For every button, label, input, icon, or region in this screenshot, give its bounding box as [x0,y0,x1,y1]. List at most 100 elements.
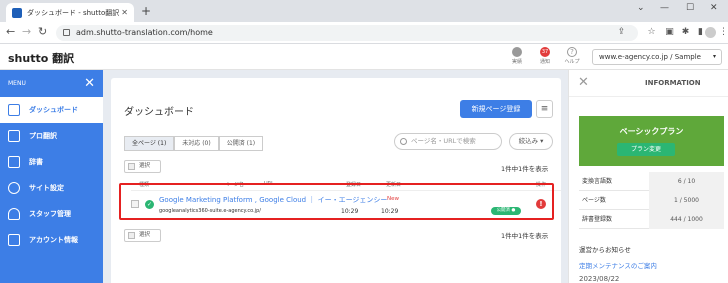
address-bar: ← → ↻ adm.shutto-translation.com/home ⇪ … [0,22,728,44]
gear-icon [8,182,20,194]
extension-icon[interactable]: ▣ [664,27,675,38]
chevron-down-icon[interactable]: ⌄ [637,3,645,13]
stat-label: 変換言語数 [582,178,613,185]
new-page-button[interactable]: 新規ページ登録 [460,100,532,118]
plan-card: ベーシックプラン プラン変更 [579,116,724,166]
dashboard-card: ダッシュボード 新規ページ登録 ≡ 全ページ (1) 未対応 (0) 公開済 (… [111,78,561,283]
site-select[interactable]: www.e-agency.co.jp / Sample ▾ [592,49,722,65]
notice-label: 通知 [539,59,550,65]
bulk-select-top[interactable]: 選択 [124,160,161,173]
tab-unhandled[interactable]: 未対応 (0) [174,136,219,151]
chevron-down-icon: ▾ [712,53,716,60]
share-icon[interactable]: ⇪ [616,27,627,38]
site-select-value: www.e-agency.co.jp / Sample [599,53,701,61]
screen: ダッシュボード - shutto翻訳 ✕ + ⌄ — ☐ ✕ ← → ↻ adm… [0,0,728,283]
notice-button[interactable]: 37 通知 [533,47,557,65]
logo: shutto 翻訳 [8,52,75,65]
stat-row-languages: 変換言語数 6 / 10 [579,172,724,191]
info-panel: ✕ INFORMATION ベーシックプラン プラン変更 変換言語数 6 / 1… [568,70,728,283]
sidebar-item-label: 辞書 [29,158,43,166]
browser-tab[interactable]: ダッシュボード - shutto翻訳 ✕ [6,3,134,22]
sidebar-item-account[interactable]: アカウント情報 [0,227,103,253]
document-icon [8,234,20,246]
select-label: 選択 [139,232,151,238]
sidebar-item-label: サイト設定 [29,184,64,192]
sidebar: MENU ✕ ダッシュボード プロ翻訳 辞書 サイト設定 スタッフ管理 アカウン… [0,70,103,283]
narrow-dropdown[interactable]: 絞込み ▾ [509,133,553,150]
stat-label: ページ数 [582,197,606,204]
profile-icon[interactable] [705,27,716,38]
status-icon [512,47,522,57]
menu-label: MENU [8,80,26,87]
stat-row-pages: ページ数 1 / 5000 [579,191,724,210]
checkbox-icon [128,163,135,170]
sidebar-item-dashboard[interactable]: ダッシュボード [0,97,103,123]
narrow-label: 絞込み [518,137,539,145]
reload-icon[interactable]: ↻ [38,25,47,38]
forward-icon[interactable]: → [22,25,31,38]
highlight-box [119,183,554,220]
main-content: ダッシュボード 新規ページ登録 ≡ 全ページ (1) 未対応 (0) 公開済 (… [103,70,568,283]
search-icon [400,138,407,145]
info-header: ✕ INFORMATION [569,70,728,97]
notice-date: 2023/08/22 [579,275,620,283]
stat-value: 1 / 5000 [649,191,724,210]
plan-name: ベーシックプラン [619,127,684,136]
search-placeholder: ページ名・URLで検索 [411,137,476,145]
tab-all-pages[interactable]: 全ページ (1) [124,136,175,151]
sidebar-item-staff[interactable]: スタッフ管理 [0,201,103,227]
bulk-select-bottom[interactable]: 選択 [124,229,161,242]
bookmark-star-icon[interactable]: ☆ [646,27,657,38]
close-tab-icon[interactable]: ✕ [121,8,128,17]
dictionary-icon [8,156,20,168]
notice-badge: 37 [540,47,550,57]
status-button[interactable]: 実績 [505,47,529,65]
sidebar-item-label: スタッフ管理 [29,210,71,218]
stat-row-dictionary: 辞書登録数 444 / 1000 [579,210,724,229]
help-button[interactable]: ? ヘルプ [560,47,584,65]
close-window-icon[interactable]: ✕ [710,3,718,13]
sidebar-item-label: ダッシュボード [29,106,78,114]
change-plan-button[interactable]: プラン変更 [617,143,675,156]
maximize-icon[interactable]: ☐ [686,3,694,13]
browser-tab-bar: ダッシュボード - shutto翻訳 ✕ + ⌄ — ☐ ✕ [0,0,728,22]
notice-heading: 運営からお知らせ [579,246,631,254]
tab-published[interactable]: 公開済 (1) [218,136,264,151]
chevron-down-icon: ▾ [540,137,544,145]
close-menu-icon[interactable]: ✕ [84,76,95,91]
help-label: ヘルプ [564,59,580,65]
stat-value: 444 / 1000 [649,210,724,229]
notice-link[interactable]: 定期メンテナンスのご案内 [579,260,657,270]
result-count-bottom: 1件中1件を表示 [501,232,549,240]
close-info-icon[interactable]: ✕ [578,75,589,90]
search-input[interactable]: ページ名・URLで検索 [394,133,502,150]
sidebar-item-label: プロ翻訳 [29,132,57,140]
help-icon: ? [567,47,577,57]
status-label: 実績 [511,59,522,65]
browser-tab-title: ダッシュボード - shutto翻訳 [27,8,120,17]
sidebar-item-site-settings[interactable]: サイト設定 [0,175,103,201]
home-icon [8,104,20,116]
users-icon [8,208,20,220]
puzzle-icon[interactable]: ✱ [680,27,691,38]
app-header: shutto 翻訳 実績 37 通知 ? ヘルプ www.e-agency.co… [0,44,728,70]
stat-value: 6 / 10 [649,172,724,191]
favicon-icon [12,7,22,18]
minimize-icon[interactable]: — [660,3,669,13]
page-title: ダッシュボード [124,107,194,118]
url-field[interactable]: adm.shutto-translation.com/home [56,25,638,41]
new-tab-button[interactable]: + [141,4,151,18]
filter-tabs: 全ページ (1) 未対応 (0) 公開済 (1) [124,136,264,151]
sidebar-item-label: アカウント情報 [29,236,78,244]
translation-icon [8,130,20,142]
result-count-top: 1件中1件を表示 [501,165,549,173]
stat-label: 辞書登録数 [582,216,613,223]
select-label: 選択 [139,163,151,169]
sidebar-item-pro-translation[interactable]: プロ翻訳 [0,123,103,149]
browser-menu-icon[interactable]: ⋮ [718,27,728,38]
info-title: INFORMATION [645,79,701,87]
sidebar-item-dictionary[interactable]: 辞書 [0,149,103,175]
checkbox-icon [128,232,135,239]
hamburger-menu-button[interactable]: ≡ [536,100,553,118]
back-icon[interactable]: ← [6,25,15,38]
